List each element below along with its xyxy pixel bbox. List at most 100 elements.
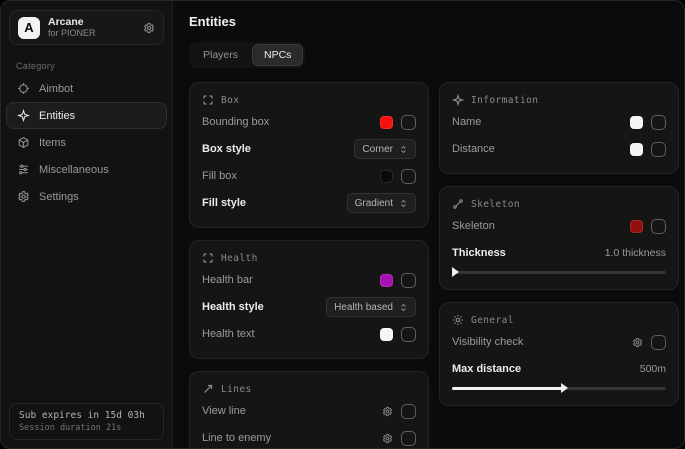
setting-row-view-line: View line [202, 399, 416, 423]
setting-label: Health bar [202, 274, 253, 286]
fill-style-dropdown[interactable]: Gradient [347, 193, 416, 213]
card-title: Health [221, 253, 258, 264]
setting-row-max-distance: Max distance 500m [452, 357, 666, 381]
setting-label: Fill box [202, 170, 237, 182]
distance-checkbox[interactable] [651, 142, 666, 157]
line-to-enemy-gear-icon[interactable] [382, 433, 393, 444]
setting-row-skeleton: Skeleton [452, 214, 666, 238]
setting-label: Thickness [452, 247, 506, 259]
box-card: Box Bounding box Box style Corner [189, 82, 429, 228]
box-style-dropdown[interactable]: Corner [354, 139, 416, 159]
setting-label: Name [452, 116, 481, 128]
setting-label: Skeleton [452, 220, 495, 232]
name-checkbox[interactable] [651, 115, 666, 130]
tab-players[interactable]: Players [191, 44, 250, 66]
color-swatch[interactable] [380, 328, 393, 341]
setting-row-health-style: Health style Health based [202, 295, 416, 319]
color-swatch[interactable] [380, 116, 393, 129]
gear-icon [17, 190, 30, 203]
setting-row-line-to-enemy: Line to enemy [202, 426, 416, 449]
bounding-box-checkbox[interactable] [401, 115, 416, 130]
sidebar-item-aimbot[interactable]: Aimbot [6, 75, 167, 102]
category-label: Category [16, 61, 172, 71]
setting-row-visibility-check: Visibility check [452, 330, 666, 354]
color-swatch[interactable] [630, 220, 643, 233]
health-text-checkbox[interactable] [401, 327, 416, 342]
setting-label: Distance [452, 143, 495, 155]
frame-corners-icon [202, 252, 214, 264]
max-distance-slider[interactable] [452, 383, 666, 393]
setting-row-health-text: Health text [202, 322, 416, 346]
card-title: Box [221, 95, 239, 106]
information-card: Information Name Distance [439, 82, 679, 174]
slider-thumb[interactable] [452, 267, 459, 277]
slider-thumb[interactable] [561, 383, 568, 393]
cube-icon [17, 136, 30, 149]
thickness-slider[interactable] [452, 267, 666, 277]
health-card: Health Health bar Health style Health ba… [189, 240, 429, 359]
skeleton-checkbox[interactable] [651, 219, 666, 234]
sidebar-item-settings[interactable]: Settings [6, 183, 167, 210]
tab-bar: Players NPCs [189, 42, 305, 68]
color-swatch[interactable] [380, 170, 393, 183]
diagonal-line-icon [202, 383, 214, 395]
setting-label: Health style [202, 301, 264, 313]
slider-fill [452, 387, 563, 390]
setting-row-distance: Distance [452, 137, 666, 161]
sidebar-nav: Aimbot Entities Items Miscellaneous [1, 75, 172, 210]
brand-settings-gear-icon[interactable] [143, 22, 155, 34]
brand-subtitle: for PIONER [48, 28, 135, 38]
fill-box-checkbox[interactable] [401, 169, 416, 184]
color-swatch[interactable] [630, 116, 643, 129]
skeleton-card: Skeleton Skeleton Thickness 1.0 thicknes… [439, 186, 679, 290]
card-title: Skeleton [471, 199, 520, 210]
slider-track [452, 271, 666, 274]
max-distance-value: 500m [640, 363, 666, 375]
health-bar-checkbox[interactable] [401, 273, 416, 288]
main-panel: Entities Players NPCs Box Bounding box [173, 1, 685, 448]
visibility-check-gear-icon[interactable] [632, 337, 643, 348]
setting-row-name: Name [452, 110, 666, 134]
unfold-icon [399, 303, 408, 312]
setting-label: View line [202, 405, 246, 417]
setting-row-fill-style: Fill style Gradient [202, 191, 416, 215]
card-title: Lines [221, 384, 252, 395]
tab-npcs[interactable]: NPCs [252, 44, 303, 66]
view-line-checkbox[interactable] [401, 404, 416, 419]
sidebar-item-label: Entities [39, 110, 75, 122]
page-title: Entities [189, 14, 679, 29]
view-line-gear-icon[interactable] [382, 406, 393, 417]
entities-icon [17, 109, 30, 122]
brand-title: Arcane [48, 16, 135, 28]
setting-label: Line to enemy [202, 432, 271, 444]
setting-label: Bounding box [202, 116, 269, 128]
setting-row-box-style: Box style Corner [202, 137, 416, 161]
color-swatch[interactable] [380, 274, 393, 287]
dropdown-value: Corner [362, 144, 393, 155]
sidebar-item-label: Settings [39, 191, 79, 203]
bone-icon [452, 198, 464, 210]
sidebar-item-label: Items [39, 137, 66, 149]
sidebar-item-miscellaneous[interactable]: Miscellaneous [6, 156, 167, 183]
sidebar-item-entities[interactable]: Entities [6, 102, 167, 129]
sidebar-item-items[interactable]: Items [6, 129, 167, 156]
health-style-dropdown[interactable]: Health based [326, 297, 416, 317]
sub-expiry-text: Sub expires in 15d 03h [19, 410, 154, 421]
sidebar-item-label: Miscellaneous [39, 164, 109, 176]
crosshair-icon [17, 82, 30, 95]
unfold-icon [399, 145, 408, 154]
lines-card: Lines View line Line to enemy [189, 371, 429, 449]
visibility-check-checkbox[interactable] [651, 335, 666, 350]
setting-label: Health text [202, 328, 255, 340]
sparkle-icon [452, 94, 464, 106]
dropdown-value: Health based [334, 302, 393, 313]
setting-label: Visibility check [452, 336, 523, 348]
unfold-icon [399, 199, 408, 208]
color-swatch[interactable] [630, 143, 643, 156]
setting-row-fill-box: Fill box [202, 164, 416, 188]
thickness-value: 1.0 thickness [605, 247, 666, 259]
line-to-enemy-checkbox[interactable] [401, 431, 416, 446]
brand-logo: A [18, 17, 40, 39]
subscription-info: Sub expires in 15d 03h Session duration … [9, 403, 164, 440]
brand-card: A Arcane for PIONER [9, 10, 164, 45]
